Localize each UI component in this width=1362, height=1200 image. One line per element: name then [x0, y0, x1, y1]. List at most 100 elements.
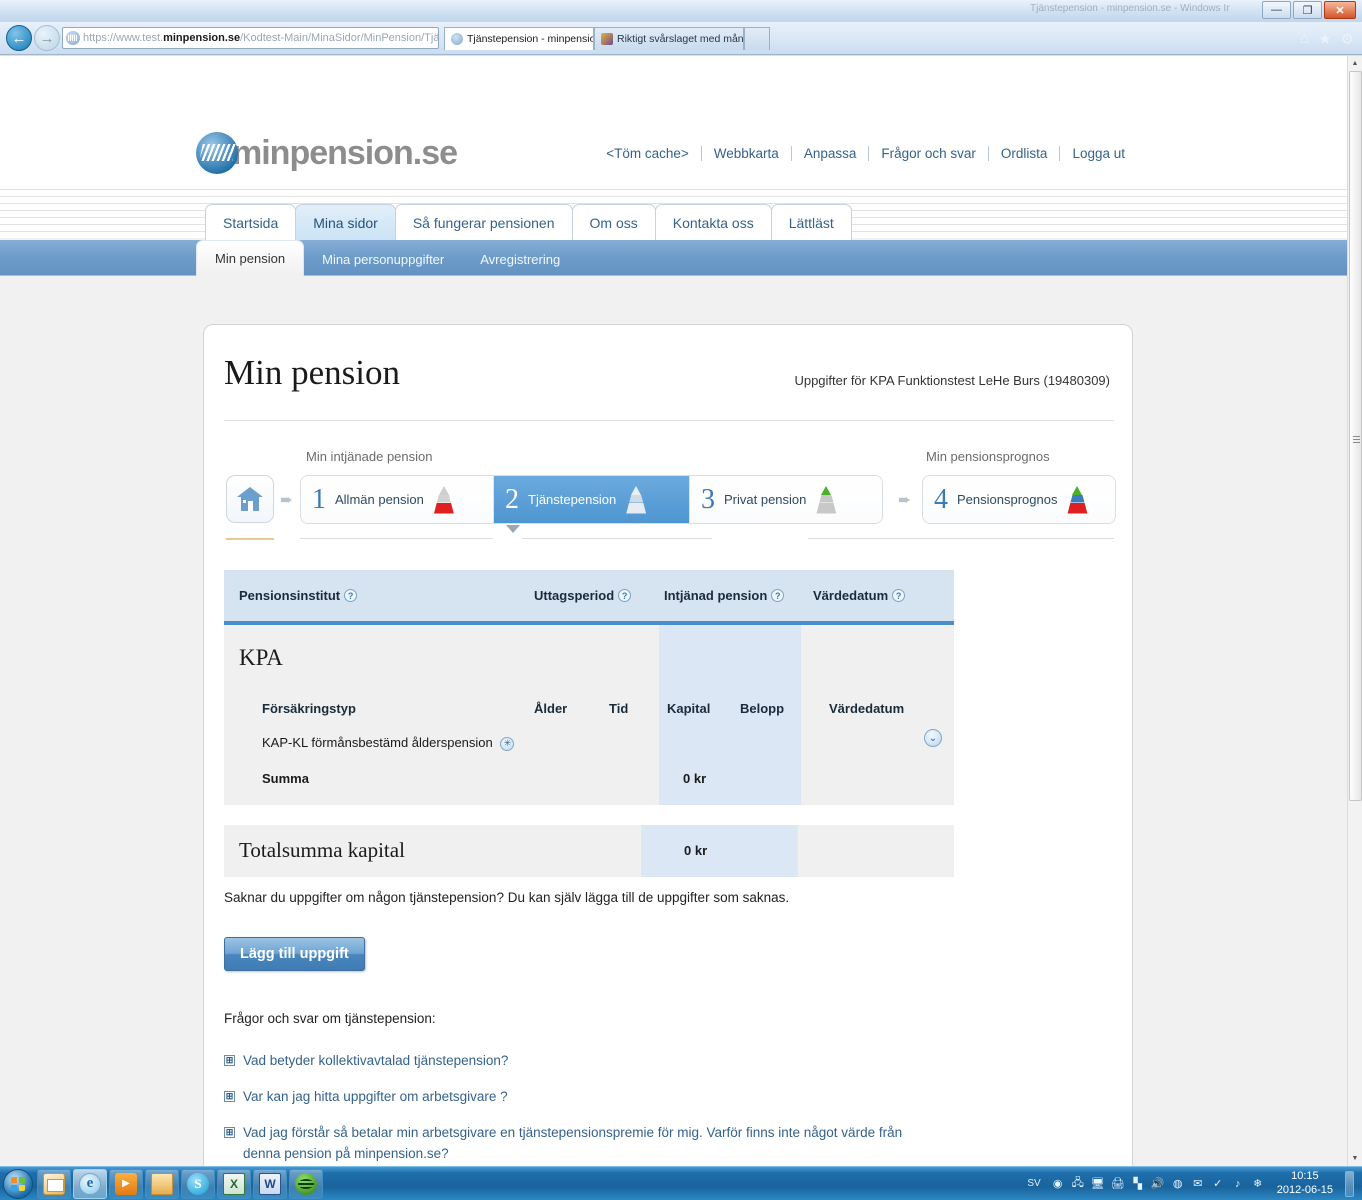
close-button[interactable]: ✕: [1324, 1, 1356, 19]
wizard-active-pointer-icon: [506, 525, 520, 533]
tab-kontakta-oss[interactable]: Kontakta oss: [654, 204, 772, 240]
total-row: Totalsumma kapital 0 kr: [224, 825, 954, 877]
expand-plus-icon[interactable]: ⊞: [224, 1126, 235, 1138]
nav-link-anpassa[interactable]: Anpassa: [792, 146, 869, 161]
tray-icon-battery[interactable]: 🖧: [1071, 1177, 1085, 1191]
browser-tab-inactive[interactable]: Riktigt svårslaget med många ...: [594, 27, 744, 50]
tray-icon-action-center[interactable]: ◉: [1051, 1177, 1065, 1191]
help-icon[interactable]: ?: [892, 589, 906, 602]
expand-plus-icon[interactable]: ⊞: [224, 1090, 235, 1102]
wizard-steps-forecast[interactable]: 4 Pensionsprognos: [922, 475, 1116, 524]
expand-row-icon[interactable]: ⌄: [924, 729, 942, 747]
home-icon: [237, 487, 263, 511]
sub-navigation-tabs[interactable]: Min pension Mina personuppgifter Avregis…: [196, 240, 578, 276]
taskbar-button-explorer[interactable]: [145, 1168, 179, 1199]
main-navigation-tabs[interactable]: Startsida Mina sidor Så fungerar pension…: [205, 204, 852, 240]
subtab-mina-personuppgifter[interactable]: Mina personuppgifter: [304, 242, 462, 276]
taskbar-button-media-player[interactable]: ▶: [109, 1168, 143, 1199]
page-scrollbar[interactable]: ▲ ▼: [1347, 56, 1362, 1166]
gear-icon[interactable]: ⚙: [1341, 30, 1354, 48]
info-asterisk-icon[interactable]: ✳: [500, 736, 515, 751]
excel-icon: X: [223, 1172, 245, 1195]
site-logo[interactable]: minpension.se: [196, 132, 458, 174]
show-desktop-button[interactable]: [1345, 1170, 1354, 1197]
browser-tabstrip[interactable]: Tjänstepension - minpensio... ✕ Riktigt …: [444, 27, 770, 50]
wizard-step-pensionsprognos[interactable]: 4 Pensionsprognos: [923, 476, 1115, 523]
clock[interactable]: 10:15 2012-06-15: [1271, 1170, 1339, 1198]
wizard-step-privat-pension[interactable]: 3 Privat pension: [690, 476, 882, 523]
new-tab-button[interactable]: [744, 27, 770, 50]
insurance-type-label: KAP-KL förmånsbestämd ålderspension: [262, 735, 493, 750]
tray-icon-display[interactable]: 🖥: [1091, 1177, 1105, 1191]
nav-link-tom-cache[interactable]: <Töm cache>: [594, 146, 701, 161]
subtab-avregistrering[interactable]: Avregistrering: [462, 242, 578, 276]
divider: [922, 538, 1114, 539]
faq-item[interactable]: ⊞ Vad betyder kollektivavtalad tjänstepe…: [224, 1051, 1114, 1072]
help-icon[interactable]: ?: [771, 589, 785, 602]
internet-explorer-icon: e: [79, 1172, 101, 1195]
skype-icon: S: [187, 1172, 209, 1195]
restore-button[interactable]: ❐: [1293, 1, 1322, 19]
scroll-up-icon[interactable]: ▲: [1348, 56, 1362, 71]
add-data-button[interactable]: Lägg till uppgift: [224, 937, 365, 971]
wizard-home-button[interactable]: [226, 475, 274, 523]
nav-link-fragor-och-svar[interactable]: Frågor och svar: [869, 146, 988, 161]
help-icon[interactable]: ?: [344, 589, 358, 602]
faq-question[interactable]: Vad jag förstår så betalar min arbetsgiv…: [243, 1123, 903, 1165]
start-button[interactable]: [3, 1168, 33, 1199]
wizard-steps-earned[interactable]: 1 Allmän pension 2 Tjänstepension 3 Priv…: [300, 475, 883, 524]
cone-icon-red: [433, 485, 455, 514]
tray-icon-mail[interactable]: ✉: [1191, 1177, 1205, 1191]
browser-command-bar[interactable]: ⌂ ★ ⚙: [1300, 30, 1354, 48]
browser-tab-active[interactable]: Tjänstepension - minpensio... ✕: [444, 27, 594, 50]
tray-icon-antivirus[interactable]: ✓: [1211, 1177, 1225, 1191]
help-icon[interactable]: ?: [618, 589, 632, 602]
favorites-star-icon[interactable]: ★: [1318, 30, 1331, 48]
url-scheme: https://www.: [83, 32, 143, 44]
faq-item[interactable]: ⊞ Var kan jag hitta uppgifter om arbetsg…: [224, 1087, 1114, 1108]
wizard-step-number: 3: [701, 483, 715, 515]
wizard-step-tjanstepension[interactable]: 2 Tjänstepension: [494, 476, 690, 523]
tray-icon-spotify[interactable]: ♪: [1231, 1177, 1245, 1191]
tray-icon-network[interactable]: ▚: [1131, 1177, 1145, 1191]
taskbar-button-word[interactable]: W: [253, 1168, 287, 1199]
wizard-step-allman-pension[interactable]: 1 Allmän pension: [301, 476, 494, 523]
home-icon[interactable]: ⌂: [1300, 30, 1309, 48]
language-indicator[interactable]: SV: [1027, 1178, 1040, 1189]
tab-lattlast[interactable]: Lättläst: [770, 204, 852, 240]
minimize-button[interactable]: —: [1262, 1, 1291, 19]
nav-link-ordlista[interactable]: Ordlista: [989, 146, 1060, 161]
taskbar-buttons[interactable]: e ▶ S X W: [37, 1168, 323, 1199]
tab-startsida[interactable]: Startsida: [205, 204, 297, 240]
tab-mina-sidor[interactable]: Mina sidor: [295, 204, 396, 240]
scroll-down-icon[interactable]: ▼: [1348, 1151, 1362, 1166]
outlook-icon: [43, 1172, 65, 1195]
taskbar-button-skype[interactable]: S: [181, 1168, 215, 1199]
faq-question[interactable]: Var kan jag hitta uppgifter om arbetsgiv…: [243, 1087, 508, 1108]
forward-button[interactable]: →: [34, 25, 60, 51]
faq-item[interactable]: ⊞ Vad jag förstår så betalar min arbetsg…: [224, 1123, 1114, 1165]
expand-plus-icon[interactable]: ⊞: [224, 1055, 235, 1066]
utility-nav[interactable]: <Töm cache> Webbkarta Anpassa Frågor och…: [594, 146, 1137, 161]
window-controls[interactable]: — ❐ ✕: [1262, 1, 1356, 19]
taskbar-button-excel[interactable]: X: [217, 1168, 251, 1199]
tab-sa-fungerar-pensionen[interactable]: Så fungerar pensionen: [394, 204, 573, 240]
faq-question[interactable]: Vad betyder kollektivavtalad tjänstepens…: [243, 1051, 508, 1072]
address-bar[interactable]: https://www.test.minpension.se/Kodtest-M…: [62, 27, 439, 49]
tray-icon-dropbox[interactable]: ❄: [1251, 1177, 1265, 1191]
column-header-uttagsperiod: Uttagsperiod ?: [534, 588, 632, 603]
nav-link-webbkarta[interactable]: Webbkarta: [702, 146, 791, 161]
taskbar-button-ie[interactable]: e: [73, 1168, 107, 1199]
taskbar-button-outlook[interactable]: [37, 1168, 71, 1199]
taskbar-button-spotify[interactable]: [289, 1168, 323, 1199]
scrollbar-thumb[interactable]: [1349, 71, 1362, 801]
tray-icon-printer[interactable]: 🖨: [1111, 1177, 1125, 1191]
system-tray[interactable]: SV ◉ 🖧 🖥 🖨 ▚ 🔊 ◍ ✉ ✓ ♪ ❄ 10:15 2012-06-1…: [1027, 1170, 1362, 1198]
tray-icon-volume[interactable]: 🔊: [1151, 1177, 1165, 1191]
tray-icon-outlook[interactable]: ◍: [1171, 1177, 1185, 1191]
tab-om-oss[interactable]: Om oss: [571, 204, 656, 240]
subtab-min-pension[interactable]: Min pension: [196, 240, 305, 276]
subheader-tid: Tid: [609, 701, 629, 716]
back-button[interactable]: ←: [6, 25, 32, 51]
nav-link-logga-ut[interactable]: Logga ut: [1060, 146, 1137, 161]
